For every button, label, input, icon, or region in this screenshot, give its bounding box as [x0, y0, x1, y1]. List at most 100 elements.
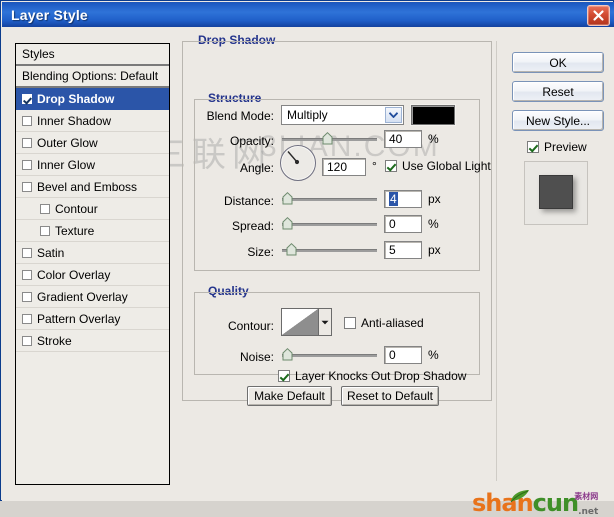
opacity-slider[interactable] — [282, 132, 377, 146]
spread-slider[interactable] — [282, 217, 377, 231]
style-row-label: Inner Shadow — [37, 113, 112, 128]
title-bar: Layer Style — [2, 2, 614, 27]
make-default-button[interactable]: Make Default — [247, 386, 332, 406]
noise-slider-track — [282, 354, 377, 357]
style-row-label: Pattern Overlay — [37, 311, 121, 326]
blending-options-row[interactable]: Blending Options: Default — [16, 66, 169, 88]
new-style-label: New Style... — [525, 113, 591, 128]
reset-to-default-label: Reset to Default — [346, 389, 434, 403]
preview-thumbnail — [524, 161, 588, 225]
distance-slider[interactable] — [282, 192, 377, 206]
checkbox-icon[interactable] — [40, 225, 50, 236]
make-default-label: Make Default — [254, 389, 325, 403]
style-row-label: Gradient Overlay — [37, 289, 128, 304]
style-row-bevel-and-emboss[interactable]: Bevel and Emboss — [16, 176, 169, 198]
logo-first: shan — [472, 489, 534, 517]
blending-options-label: Blending Options: Default — [22, 69, 159, 83]
spread-slider-thumb[interactable] — [282, 217, 293, 230]
contour-label: Contour: — [227, 319, 274, 333]
size-slider-thumb[interactable] — [286, 243, 297, 256]
style-row-outer-glow[interactable]: Outer Glow — [16, 132, 169, 154]
layer-knocks-out-checkbox[interactable]: Layer Knocks Out Drop Shadow — [278, 369, 466, 383]
checkbox-icon — [527, 141, 539, 153]
distance-input[interactable]: 4 — [384, 190, 422, 208]
checkbox-icon[interactable] — [22, 269, 32, 280]
checkbox-icon[interactable] — [22, 159, 32, 170]
checkbox-icon[interactable] — [22, 137, 32, 148]
noise-value: 0 — [389, 348, 396, 362]
style-row-contour[interactable]: Contour — [16, 198, 169, 220]
styles-header-label: Styles — [22, 47, 55, 61]
style-row-pattern-overlay[interactable]: Pattern Overlay — [16, 308, 169, 330]
distance-slider-track — [282, 198, 377, 201]
reset-button[interactable]: Reset — [512, 81, 604, 102]
spread-label: Spread: — [231, 219, 274, 233]
angle-value: 120 — [327, 160, 348, 174]
contour-dropdown-button[interactable] — [319, 308, 332, 336]
contour-preview[interactable] — [281, 308, 319, 336]
opacity-input[interactable]: 40 — [384, 130, 422, 148]
anti-aliased-checkbox[interactable]: Anti-aliased — [344, 316, 424, 330]
layer-style-dialog: Layer Style 三联网 3LIAN.COM Styles Blendin… — [0, 0, 614, 517]
noise-slider[interactable] — [282, 348, 377, 362]
checkbox-icon[interactable] — [22, 181, 32, 192]
checkbox-icon — [344, 317, 356, 329]
chevron-down-icon[interactable] — [385, 107, 402, 123]
styles-list-header[interactable]: Styles — [16, 44, 169, 66]
style-row-label: Texture — [55, 223, 95, 238]
noise-input[interactable]: 0 — [384, 346, 422, 364]
style-row-texture[interactable]: Texture — [16, 220, 169, 242]
checkbox-icon[interactable] — [22, 93, 32, 104]
angle-dial[interactable] — [280, 145, 316, 181]
ok-button[interactable]: OK — [512, 52, 604, 73]
new-style-button[interactable]: New Style... — [512, 110, 604, 131]
opacity-label: Opacity: — [229, 134, 274, 148]
style-row-label: Bevel and Emboss — [37, 179, 138, 194]
site-logo: shancun.net 素材网 — [472, 489, 598, 517]
checkbox-icon[interactable] — [40, 203, 50, 214]
checkbox-icon — [278, 370, 290, 382]
checkbox-icon[interactable] — [22, 335, 32, 346]
use-global-light-label: Use Global Light — [402, 159, 491, 173]
checkbox-icon[interactable] — [22, 247, 32, 258]
angle-input[interactable]: 120 — [322, 158, 366, 176]
anti-aliased-label: Anti-aliased — [361, 316, 424, 330]
preview-label: Preview — [544, 140, 587, 154]
spread-unit: % — [428, 217, 439, 231]
checkbox-icon[interactable] — [22, 291, 32, 302]
distance-label: Distance: — [223, 194, 274, 208]
size-unit: px — [428, 243, 441, 257]
blend-mode-value: Multiply — [287, 108, 328, 122]
style-row-inner-shadow[interactable]: Inner Shadow — [16, 110, 169, 132]
style-row-inner-glow[interactable]: Inner Glow — [16, 154, 169, 176]
checkbox-icon[interactable] — [22, 115, 32, 126]
style-row-drop-shadow[interactable]: Drop Shadow — [16, 88, 169, 110]
style-row-color-overlay[interactable]: Color Overlay — [16, 264, 169, 286]
style-row-satin[interactable]: Satin — [16, 242, 169, 264]
style-row-label: Stroke — [37, 333, 72, 348]
distance-slider-thumb[interactable] — [282, 192, 293, 205]
size-slider[interactable] — [282, 243, 377, 257]
style-row-label: Inner Glow — [37, 157, 96, 172]
close-icon[interactable] — [587, 5, 610, 26]
checkbox-icon[interactable] — [22, 313, 32, 324]
shadow-color-swatch[interactable] — [411, 105, 455, 125]
reset-to-default-button[interactable]: Reset to Default — [341, 386, 439, 406]
opacity-slider-thumb[interactable] — [322, 132, 333, 145]
logo-cjk: 素材网 — [574, 492, 599, 501]
size-label: Size: — [247, 245, 274, 259]
preview-shape — [539, 175, 573, 209]
styles-list[interactable]: Styles Blending Options: Default Drop Sh… — [15, 43, 170, 485]
noise-slider-thumb[interactable] — [282, 348, 293, 361]
use-global-light-checkbox[interactable]: Use Global Light — [385, 159, 491, 173]
effect-settings-panel: Drop Shadow Structure Blend Mode: Multip… — [182, 33, 492, 406]
spread-input[interactable]: 0 — [384, 215, 422, 233]
blend-mode-select[interactable]: Multiply — [281, 105, 404, 125]
logo-second: cun — [532, 489, 579, 517]
size-input[interactable]: 5 — [384, 241, 422, 259]
preview-checkbox[interactable]: Preview — [527, 140, 587, 154]
checkbox-icon — [385, 160, 397, 172]
style-effect-rows: Drop Shadow Inner Shadow Outer Glow Inner G… — [16, 88, 169, 352]
style-row-gradient-overlay[interactable]: Gradient Overlay — [16, 286, 169, 308]
style-row-stroke[interactable]: Stroke — [16, 330, 169, 352]
